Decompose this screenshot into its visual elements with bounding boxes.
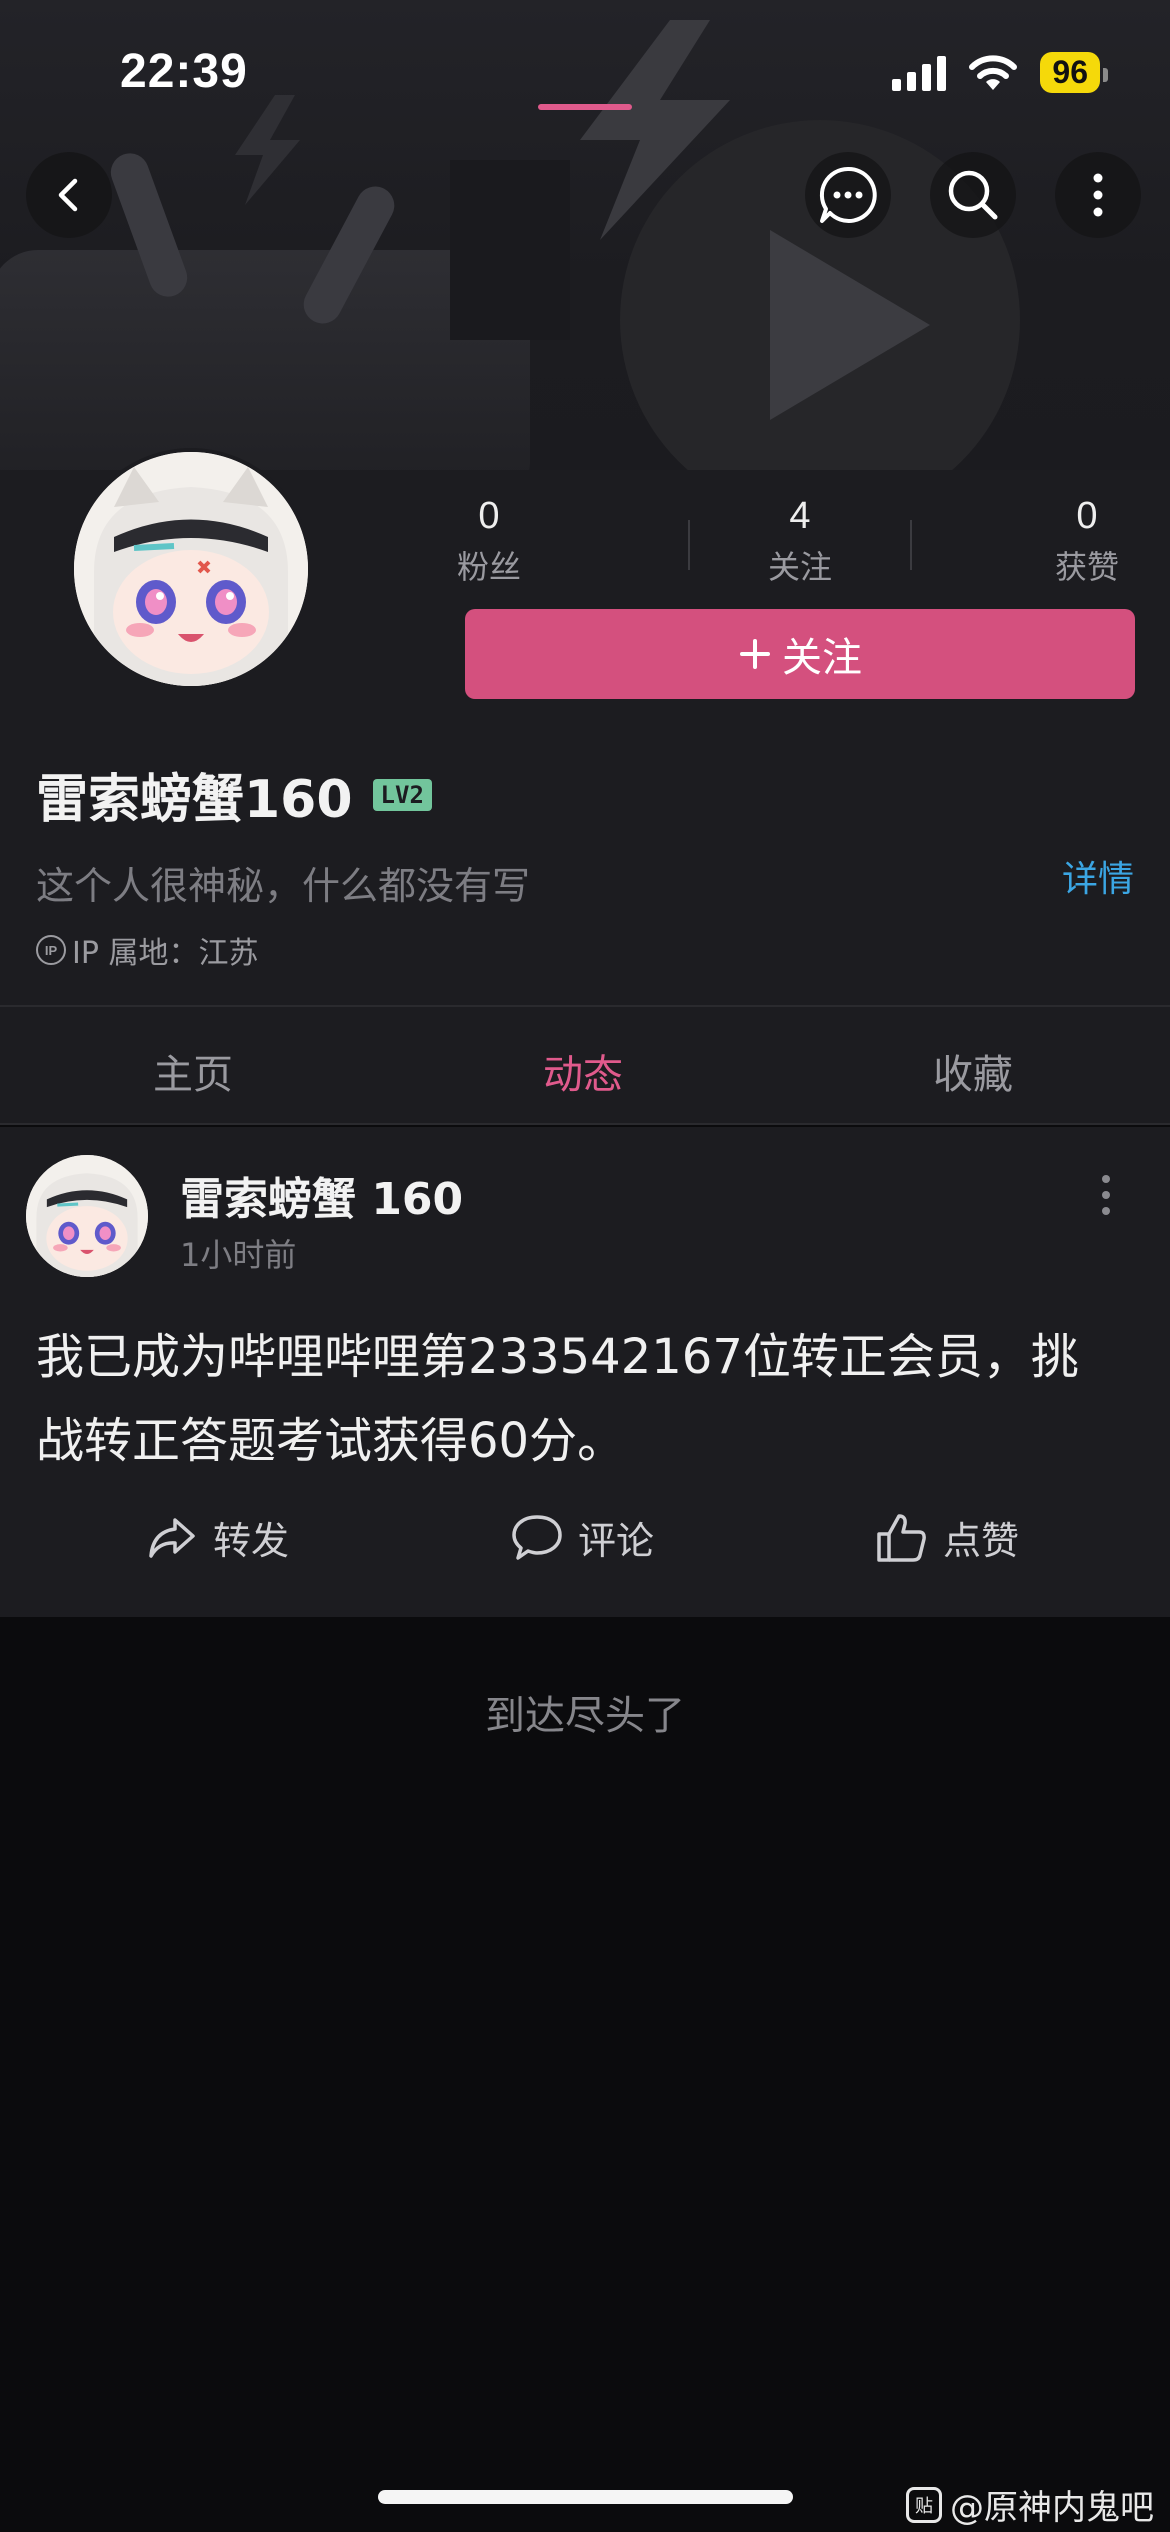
chat-bubble-icon (819, 166, 877, 223)
back-button[interactable] (26, 152, 112, 238)
stat-following-label: 关注 (767, 548, 832, 586)
banner-bolt-shape (580, 20, 730, 240)
stat-following-count: 4 (789, 495, 811, 537)
vertical-dots-icon (1093, 173, 1103, 217)
cellular-signal-icon (892, 55, 947, 91)
stat-likes-count: 0 (1076, 495, 1098, 537)
thumbs-up-icon (877, 1513, 926, 1562)
search-button[interactable] (930, 152, 1016, 238)
ip-icon: IP (36, 935, 66, 965)
tab-favorites[interactable]: 收藏 (933, 1042, 1013, 1100)
message-button[interactable] (805, 152, 891, 238)
follow-button[interactable]: 关注 (465, 609, 1135, 699)
stat-fans-count: 0 (478, 495, 500, 537)
avatar[interactable] (70, 448, 312, 690)
stat-fans-label: 粉丝 (456, 548, 521, 586)
banner-play-shape (770, 230, 930, 420)
repost-label: 转发 (213, 1519, 290, 1563)
post-text-line: 战转正答题考试获得60分。 (36, 1413, 626, 1469)
repost-button[interactable]: 转发 (145, 1510, 289, 1565)
search-icon (948, 170, 998, 220)
comment-label: 评论 (578, 1519, 655, 1563)
chevron-left-icon (58, 178, 78, 212)
stat-fans[interactable]: 0 粉丝 (454, 495, 524, 588)
stat-divider (688, 520, 690, 570)
active-tab-indicator (538, 104, 632, 110)
post-more-icon[interactable] (1102, 1175, 1110, 1215)
share-arrow-icon (149, 1517, 195, 1558)
watermark-text: @原神内鬼吧 (950, 2488, 1154, 2528)
wifi-icon (969, 54, 1018, 90)
ip-location: IP IP 属地：江苏 (36, 928, 258, 972)
profile-tabs: 主页 动态 收藏 (0, 1005, 1170, 1125)
profile-username-row: 雷索螃蟹160 LV2 (36, 757, 432, 832)
post-text-line: 我已成为哔哩哔哩第233542167位转正会员，挑 (36, 1329, 1079, 1385)
stat-likes-label: 获赞 (1054, 548, 1119, 586)
tieba-logo-icon: 贴 (906, 2486, 942, 2523)
stat-following[interactable]: 4 关注 (765, 495, 835, 588)
profile-stats: 0 粉丝 4 关注 0 获赞 (440, 495, 1140, 595)
home-indicator[interactable] (378, 2490, 793, 2504)
ip-location-text: IP 属地：江苏 (72, 936, 259, 971)
profile-bio: 这个人很神秘，什么都没有写 (36, 864, 531, 908)
like-button[interactable]: 点赞 (875, 1510, 1019, 1565)
status-icons: 96 (892, 52, 1108, 93)
post-author-avatar[interactable] (26, 1155, 148, 1277)
follow-button-label: 关注 (782, 635, 862, 681)
watermark: 贴 @原神内鬼吧 (906, 2480, 1154, 2529)
comment-bubble-icon (512, 1514, 562, 1560)
banner-small-bolt-shape (235, 95, 300, 205)
tab-home[interactable]: 主页 (153, 1042, 233, 1100)
stat-divider (910, 520, 912, 570)
stat-likes[interactable]: 0 获赞 (1052, 495, 1122, 588)
like-label: 点赞 (943, 1519, 1020, 1563)
anime-girl-avatar-image (74, 452, 308, 686)
detail-link[interactable]: 详情 (1062, 850, 1134, 902)
anime-girl-avatar-image (26, 1155, 148, 1277)
banner-block-shape (450, 160, 570, 340)
more-options-button[interactable] (1055, 152, 1141, 238)
tab-activity[interactable]: 动态 (543, 1042, 623, 1100)
profile-username: 雷索螃蟹160 (36, 770, 353, 830)
comment-button[interactable]: 评论 (510, 1510, 654, 1565)
level-badge: LV2 (372, 778, 432, 811)
post-author-name[interactable]: 雷索螃蟹 160 (180, 1163, 463, 1227)
post-text: 我已成为哔哩哔哩第233542167位转正会员，挑 战转正答题考试获得60分。 (36, 1315, 1136, 1483)
plus-icon (740, 639, 770, 669)
post-timestamp: 1小时前 (180, 1236, 297, 1274)
end-of-list-text: 到达尽头了 (485, 1693, 685, 1739)
battery-indicator: 96 (1040, 52, 1108, 93)
status-time: 22:39 (120, 45, 248, 98)
post-actions: 转发 评论 点赞 (0, 1510, 1170, 1580)
